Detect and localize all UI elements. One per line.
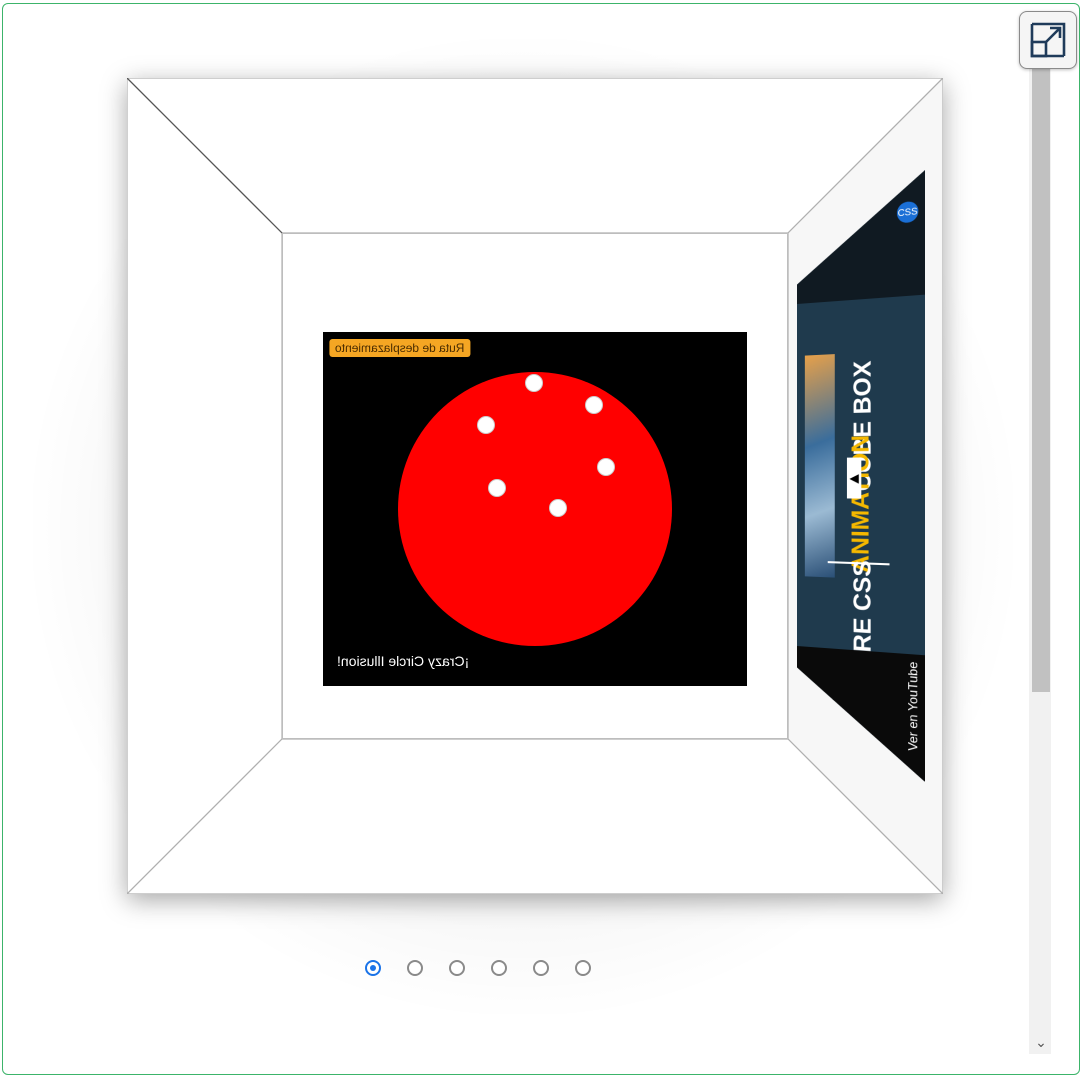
pager-dot-6[interactable] (575, 960, 591, 976)
watch-on-youtube-link[interactable]: Ver en YouTube (905, 661, 920, 752)
side-slide-surface: CSS CUBE BOX ANIMATION PURE CSS ◀ Ver en… (797, 170, 925, 782)
chevron-down-icon[interactable]: ⌄ (1033, 1034, 1049, 1050)
white-dot (585, 396, 603, 414)
pager-dot-2[interactable] (407, 960, 423, 976)
expand-icon (1028, 20, 1068, 60)
white-dot (525, 374, 543, 392)
video-title-line2: ANIMATION (847, 435, 876, 574)
pager-dot-5[interactable] (533, 960, 549, 976)
pager-dot-4[interactable] (491, 960, 507, 976)
side-slide-video[interactable]: CSS CUBE BOX ANIMATION PURE CSS ◀ Ver en… (797, 170, 925, 782)
video-footer: Ver en YouTube (797, 646, 925, 782)
white-dot (597, 458, 615, 476)
video-header: CSS (797, 170, 925, 304)
slide-crazy-circle[interactable]: Ruta de desplazamiento ¡Crazy Circle Ill… (323, 332, 747, 686)
pager-dot-1[interactable] (365, 960, 381, 976)
white-dot (549, 499, 567, 517)
fullscreen-button[interactable] (1019, 11, 1077, 69)
play-arrow-icon[interactable]: ◀ (847, 458, 861, 499)
route-button[interactable]: Ruta de desplazamiento (329, 339, 470, 357)
red-disc (398, 372, 672, 646)
vertical-scrollbar[interactable] (1029, 44, 1051, 1054)
viewer-frame: Ruta de desplazamiento ¡Crazy Circle Ill… (2, 3, 1080, 1075)
scrollbar-thumb[interactable] (1032, 52, 1050, 692)
white-dot (477, 416, 495, 434)
slide-pager (365, 960, 591, 982)
cube-room: Ruta de desplazamiento ¡Crazy Circle Ill… (127, 78, 943, 894)
video-thumbnail-image (805, 354, 835, 578)
pager-dot-3[interactable] (449, 960, 465, 976)
white-dot (488, 479, 506, 497)
channel-avatar: CSS (897, 200, 918, 223)
slide-caption: ¡Crazy Circle Illusion! (337, 653, 469, 669)
